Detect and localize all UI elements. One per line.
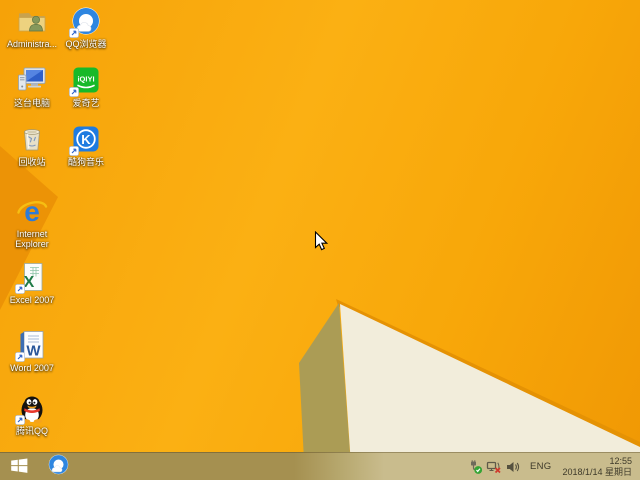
admin-folder-icon [16,5,48,37]
desktop-icon-recycle-bin[interactable]: 回收站 [4,123,60,167]
desktop-icon-iqiyi[interactable]: iQIYI 爱奇艺 [58,64,114,108]
word-2007-icon: W [15,329,48,362]
taskbar: ENG 12:55 2018/1/14 星期日 [0,452,640,480]
desktop-icon-label: 腾讯QQ [15,426,48,436]
desktop-icon-kugou-music[interactable]: K 酷狗音乐 [58,123,114,167]
this-pc-icon [16,64,48,96]
desktop-icon-word-2007[interactable]: W Word 2007 [4,329,60,373]
clock-date: 2018/1/14 星期日 [562,466,632,477]
svg-text:X: X [24,274,35,291]
svg-text:iQIYI: iQIYI [77,75,94,84]
volume-icon[interactable] [505,459,521,475]
recycle-bin-icon [16,123,48,155]
desktop-icons: Administra... QQ浏览器这台电脑 iQIYI 爱奇艺回收站 K 酷狗音乐 e I… [4,0,134,452]
start-button[interactable] [0,453,38,480]
desktop-icon-admin-folder[interactable]: Administra... [4,5,60,49]
desktop-icon-label: Excel 2007 [9,295,55,305]
qq-browser-icon [69,5,102,38]
desktop-icon-label: 这台电脑 [13,98,50,108]
desktop[interactable]: Administra... QQ浏览器这台电脑 iQIYI 爱奇艺回收站 K 酷狗音乐 e I… [0,0,640,480]
kugou-music-icon: K [69,123,102,156]
shortcut-arrow-icon [15,284,25,294]
shortcut-arrow-icon [15,415,25,425]
desktop-icon-qq-browser[interactable]: QQ浏览器 [58,5,114,49]
shortcut-arrow-icon [15,352,25,362]
language-indicator[interactable]: ENG [524,461,560,472]
shortcut-arrow-icon [69,28,79,38]
taskbar-qq-browser-button[interactable] [38,453,78,480]
tencent-qq-icon [15,392,48,425]
qq-browser-icon [47,453,70,480]
desktop-icon-label: QQ浏览器 [65,39,107,49]
shortcut-arrow-icon [69,146,79,156]
network-disconnected-icon[interactable] [486,459,502,475]
system-tray: ENG 12:55 2018/1/14 星期日 [467,456,640,478]
shortcut-arrow-icon [69,87,79,97]
desktop-icon-label: 爱奇艺 [72,98,100,108]
iqiyi-icon: iQIYI [69,64,102,97]
desktop-icon-tencent-qq[interactable]: 腾讯QQ [4,392,60,436]
taskbar-clock[interactable]: 12:55 2018/1/14 星期日 [562,456,634,478]
desktop-icon-label: Internet Explorer [15,229,49,249]
svg-text:K: K [81,132,91,147]
desktop-icon-internet-explorer[interactable]: e Internet Explorer [4,195,60,249]
desktop-icon-label: 回收站 [18,157,46,167]
desktop-icon-label: 酷狗音乐 [67,157,104,167]
excel-2007-icon: X [15,261,48,294]
desktop-icon-label: Administra... [6,39,57,49]
desktop-icon-this-pc[interactable]: 这台电脑 [4,64,60,108]
svg-text:e: e [24,196,40,227]
desktop-icon-label: Word 2007 [10,363,54,373]
internet-explorer-icon: e [16,195,48,227]
windows-logo-icon [9,454,30,480]
clock-time: 12:55 [609,455,632,466]
svg-text:W: W [26,343,41,360]
desktop-icon-excel-2007[interactable]: X Excel 2007 [4,261,60,305]
mouse-cursor-icon [314,230,331,258]
usb-safely-remove-icon[interactable] [467,459,483,475]
